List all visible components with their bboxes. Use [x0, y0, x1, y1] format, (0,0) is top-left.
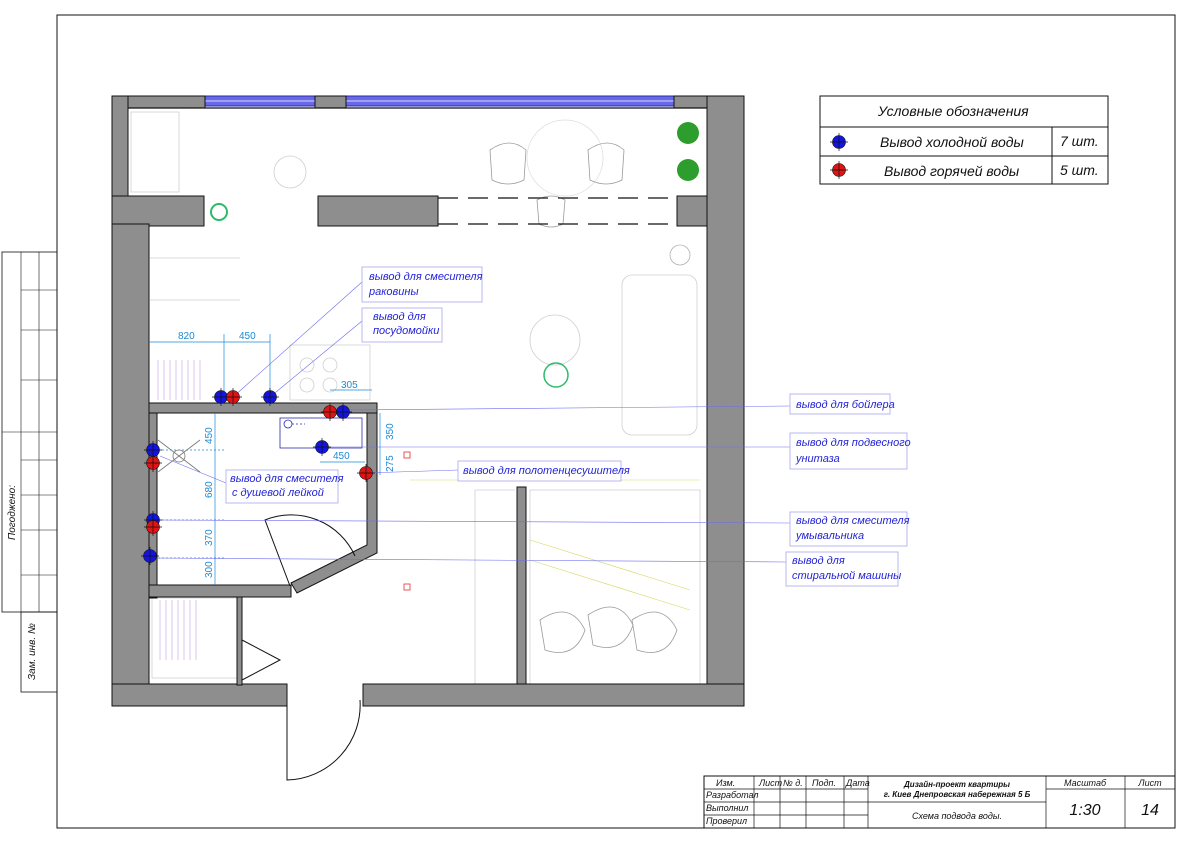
windows: [204, 95, 675, 107]
dim-450-top: 450: [239, 331, 256, 342]
leader-lines: [149, 281, 791, 563]
callout-shower-line2: с душевой лейкой: [232, 487, 324, 499]
legend: Условные обозначения Вывод холодной воды…: [819, 95, 1109, 185]
legend-cold-count: 7 шт.: [1060, 133, 1099, 149]
dim-275: 275: [385, 455, 396, 472]
dim-305: 305: [341, 380, 358, 391]
callout-sink-line1: вывод для смесителя: [369, 271, 483, 283]
plant-icons: [210, 122, 699, 388]
tb-scale-value: 1:30: [1069, 802, 1100, 819]
dim-680: 680: [204, 481, 215, 498]
dim-820: 820: [178, 331, 195, 342]
callout-washer-line2: стиральной машины: [792, 570, 901, 582]
callout-dishwasher-line2: посудомойки: [373, 325, 439, 337]
callout-washer-line1: вывод для: [792, 555, 845, 567]
legend-cold-label: Вывод холодной воды: [880, 134, 1024, 150]
side-stamp: Погоджено: Зам. инв. №: [1, 251, 58, 693]
tb-row-checked: Проверил: [706, 816, 747, 826]
callout-toilet-line1: вывод для подвесного: [796, 437, 911, 449]
dim-450-vertical: 450: [204, 427, 215, 444]
callout-towel-dryer: вывод для полотенцесушителя: [463, 465, 630, 477]
water-supply-plan-drawing: Погоджено: Зам. инв. № 820 450 305 450 3…: [1, 14, 1176, 829]
yellow-hatch: [410, 479, 700, 611]
callout-toilet-line2: унитаза: [795, 453, 840, 465]
callout-sink-line2: раковины: [368, 286, 419, 298]
callout-dishwasher-line1: вывод для: [373, 311, 426, 323]
inventory-label: Зам. инв. №: [27, 623, 38, 680]
tb-row-developed: Разработал: [706, 790, 758, 800]
tb-sheet-label: Лист: [1137, 778, 1162, 788]
tb-header-list: Лист: [758, 778, 783, 788]
cold-outlet-toilet: [313, 438, 331, 456]
tb-scale-label: Масштаб: [1064, 778, 1107, 788]
agreed-label: Погоджено:: [7, 485, 18, 540]
tb-sheet-name: Схема подвода воды.: [912, 811, 1002, 821]
callout-boiler: вывод для бойлера: [796, 399, 895, 411]
tb-header-doc: № д.: [783, 778, 803, 788]
legend-hot-count: 5 шт.: [1060, 162, 1099, 178]
tb-header-sign: Подп.: [812, 778, 836, 788]
tb-header-date: Дата: [845, 778, 870, 788]
title-block: Изм. Лист № д. Подп. Дата Разработал Вып…: [703, 775, 1176, 829]
dim-350: 350: [385, 423, 396, 440]
tb-project-line1: Дизайн-проект квартиры: [903, 780, 1010, 789]
dim-300: 300: [204, 561, 215, 578]
doors: [241, 514, 361, 781]
legend-hot-label: Вывод горячей воды: [884, 163, 1020, 179]
tb-header-izm: Изм.: [716, 778, 735, 788]
callout-basin-line2: умывальника: [795, 530, 864, 542]
dim-370: 370: [204, 529, 215, 546]
callout-basin-line1: вывод для смесителя: [796, 515, 910, 527]
tb-row-executed: Выполнил: [706, 803, 749, 813]
legend-title: Условные обозначения: [877, 103, 1029, 119]
callout-shower-line1: вывод для смесителя: [230, 473, 344, 485]
dim-450-mid: 450: [333, 451, 350, 462]
walls: [111, 95, 745, 707]
tb-sheet-value: 14: [1141, 802, 1159, 819]
tb-project-line2: г. Киев Днепровская набережная 5 Б: [884, 790, 1031, 799]
